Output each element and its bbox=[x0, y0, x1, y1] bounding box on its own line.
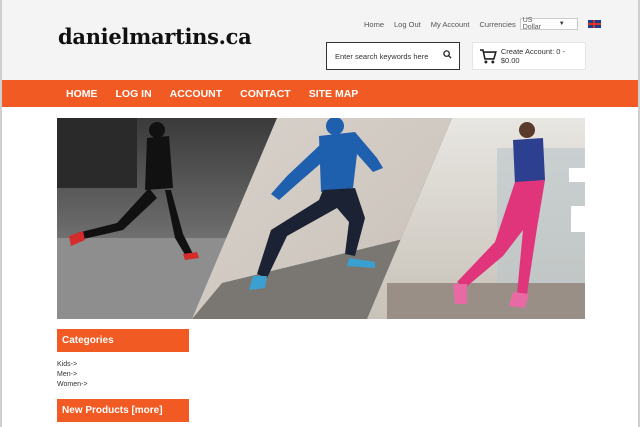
chevron-down-icon: ▼ bbox=[558, 21, 565, 27]
nav-log-in[interactable]: LOG IN bbox=[116, 88, 152, 100]
categories-title: Categories bbox=[57, 329, 189, 352]
new-products-title[interactable]: New Products [more] bbox=[57, 399, 189, 422]
category-kids[interactable]: Kids-> bbox=[57, 360, 87, 370]
search-icon[interactable] bbox=[435, 50, 459, 62]
currencies-label: Currencies bbox=[479, 19, 516, 29]
search-input[interactable] bbox=[327, 43, 435, 69]
top-link-my-account[interactable]: My Account bbox=[431, 20, 470, 29]
nav-contact[interactable]: CONTACT bbox=[240, 88, 291, 100]
banner-image bbox=[57, 118, 585, 319]
top-link-home[interactable]: Home bbox=[364, 20, 384, 29]
currency-selected-value: US Dollar bbox=[522, 17, 542, 31]
header: danielmartins.ca Home Log Out My Account… bbox=[2, 0, 638, 80]
hero-banner[interactable] bbox=[57, 118, 585, 319]
search-box bbox=[326, 42, 460, 70]
category-women[interactable]: Women-> bbox=[57, 380, 87, 390]
top-links: Home Log Out My Account Currencies US Do… bbox=[364, 17, 601, 31]
uk-flag-icon[interactable] bbox=[587, 20, 601, 28]
nav-account[interactable]: ACCOUNT bbox=[170, 88, 223, 100]
top-link-logout[interactable]: Log Out bbox=[394, 20, 421, 29]
category-list: Kids-> Men-> Women-> bbox=[57, 360, 87, 390]
site-logo[interactable]: danielmartins.ca bbox=[58, 24, 252, 49]
currency-select[interactable]: US Dollar ▼ bbox=[519, 17, 578, 31]
nav-site-map[interactable]: SITE MAP bbox=[309, 88, 359, 100]
main-nav: HOME LOG IN ACCOUNT CONTACT SITE MAP bbox=[2, 80, 638, 107]
cart-icon bbox=[479, 49, 497, 64]
nav-home[interactable]: HOME bbox=[66, 88, 98, 100]
category-men[interactable]: Men-> bbox=[57, 370, 87, 380]
cart-box[interactable]: Create Account: 0 - $0.00 bbox=[472, 42, 586, 70]
cart-text: Create Account: 0 - $0.00 bbox=[500, 47, 566, 65]
